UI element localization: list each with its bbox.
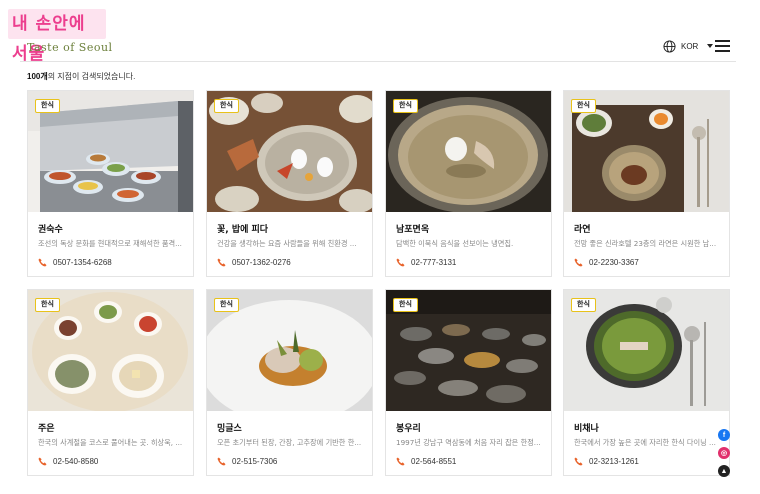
restaurant-phone[interactable]: 02-3213-1261 xyxy=(574,457,639,466)
category-tag: 한식 xyxy=(393,99,418,113)
phone-icon xyxy=(396,457,405,466)
restaurant-phone[interactable]: 02-2230-3367 xyxy=(574,258,639,267)
restaurant-photo[interactable]: 한식 xyxy=(28,290,193,411)
restaurant-card[interactable]: 한식 주은 한국의 사계절을 코스로 풀어내는 곳. 히상욱, ... 02-5… xyxy=(27,289,194,476)
logo-korean-text: 내 손안에 서울 xyxy=(8,9,106,64)
restaurant-name[interactable]: 남포면옥 xyxy=(396,222,429,235)
logo-taste-of-seoul[interactable]: Taste of Seoul xyxy=(27,41,113,54)
restaurant-name[interactable]: 비채나 xyxy=(574,421,599,434)
logo-seoul[interactable]: 내 손안에 서울 xyxy=(8,9,106,64)
phone-number: 0507-1354-6268 xyxy=(53,258,112,267)
restaurant-phone[interactable]: 02-564-8551 xyxy=(396,457,456,466)
hamburger-menu-icon[interactable] xyxy=(715,40,730,52)
restaurant-card[interactable]: 한식 봉우리 1997년 강남구 역삼동에 처음 자리 잡은 한정... 02-… xyxy=(385,289,552,476)
restaurant-name[interactable]: 꽃, 밥에 피다 xyxy=(217,222,268,235)
restaurant-card[interactable]: 한식 꽃, 밥에 피다 건강을 생각하는 요즘 사람들을 위해 친환경 ... … xyxy=(206,90,373,277)
restaurant-description: 오픈 초기부터 된장, 간장, 고추장에 기반한 한... xyxy=(217,438,362,447)
language-label: KOR xyxy=(681,41,699,51)
restaurant-description: 조선의 독상 문화를 현대적으로 재해석한 품격... xyxy=(38,239,182,248)
phone-number: 02-540-8580 xyxy=(53,457,99,466)
restaurant-name[interactable]: 밍글스 xyxy=(217,421,242,434)
phone-number: 02-777-3131 xyxy=(411,258,457,267)
restaurant-photo[interactable]: 한식 xyxy=(386,290,551,411)
category-tag: 한식 xyxy=(571,298,596,312)
category-tag: 한식 xyxy=(35,298,60,312)
header-divider xyxy=(20,61,736,62)
phone-number: 02-515-7306 xyxy=(232,457,278,466)
globe-icon xyxy=(663,39,676,53)
restaurant-name[interactable]: 봉우리 xyxy=(396,421,421,434)
restaurant-name[interactable]: 주은 xyxy=(38,421,55,434)
category-tag: 한식 xyxy=(35,99,60,113)
category-tag: 한식 xyxy=(214,298,239,312)
restaurant-description: 1997년 강남구 역삼동에 처음 자리 잡은 한정... xyxy=(396,438,541,447)
phone-icon xyxy=(396,258,405,267)
phone-number: 02-564-8551 xyxy=(411,457,457,466)
restaurant-phone[interactable]: 0507-1354-6268 xyxy=(38,258,112,267)
restaurant-description: 담백한 이북식 음식을 선보이는 냉면집. xyxy=(396,239,514,248)
restaurant-card[interactable]: 한식 남포면옥 담백한 이북식 음식을 선보이는 냉면집. 02-777-313… xyxy=(385,90,552,277)
language-selector[interactable]: KOR xyxy=(663,38,714,54)
phone-icon xyxy=(574,258,583,267)
restaurant-phone[interactable]: 0507-1362-0276 xyxy=(217,258,291,267)
facebook-icon[interactable]: f xyxy=(718,429,730,441)
restaurant-description: 건강을 생각하는 요즘 사람들을 위해 친환경 ... xyxy=(217,239,357,248)
phone-icon xyxy=(217,258,226,267)
scroll-top-icon[interactable]: ▲ xyxy=(718,465,730,477)
instagram-icon[interactable]: ◎ xyxy=(718,447,730,459)
restaurant-phone[interactable]: 02-540-8580 xyxy=(38,457,98,466)
restaurant-description: 전망 좋은 신라호텔 23층의 라연은 시원한 남... xyxy=(574,239,717,248)
category-tag: 한식 xyxy=(571,99,596,113)
result-count: 100개의 지점이 검색되었습니다. xyxy=(27,71,135,82)
restaurant-description: 한국에서 가장 높은 곳에 자리한 한식 다이닝 ... xyxy=(574,438,716,447)
phone-number: 0507-1362-0276 xyxy=(232,258,291,267)
restaurant-photo[interactable]: 한식 xyxy=(386,91,551,212)
chevron-down-icon xyxy=(707,44,714,48)
restaurant-photo[interactable]: 한식 xyxy=(207,91,372,212)
restaurant-phone[interactable]: 02-515-7306 xyxy=(217,457,277,466)
result-count-number: 100개 xyxy=(27,72,48,81)
restaurant-photo[interactable]: 한식 xyxy=(564,91,729,212)
phone-icon xyxy=(217,457,226,466)
restaurant-name[interactable]: 라연 xyxy=(574,222,591,235)
restaurant-description: 한국의 사계절을 코스로 풀어내는 곳. 히상욱, ... xyxy=(38,438,183,447)
restaurant-card[interactable]: 한식 권숙수 조선의 독상 문화를 현대적으로 재해석한 품격... 0507-… xyxy=(27,90,194,277)
result-count-suffix: 의 지점이 검색되었습니다. xyxy=(47,72,136,81)
restaurant-photo[interactable]: 한식 xyxy=(564,290,729,411)
category-tag: 한식 xyxy=(214,99,239,113)
restaurant-card[interactable]: 한식 밍글스 오픈 초기부터 된장, 간장, 고추장에 기반한 한... 02-… xyxy=(206,289,373,476)
restaurant-phone[interactable]: 02-777-3131 xyxy=(396,258,456,267)
site-header: 내 손안에 서울 Taste of Seoul KOR xyxy=(0,0,760,64)
restaurant-card[interactable]: 한식 라연 전망 좋은 신라호텔 23층의 라연은 시원한 남... 02-22… xyxy=(563,90,730,277)
phone-icon xyxy=(38,258,47,267)
phone-icon xyxy=(574,457,583,466)
restaurant-card[interactable]: 한식 비채나 한국에서 가장 높은 곳에 자리한 한식 다이닝 ... 02-3… xyxy=(563,289,730,476)
phone-icon xyxy=(38,457,47,466)
phone-number: 02-2230-3367 xyxy=(589,258,639,267)
phone-number: 02-3213-1261 xyxy=(589,457,639,466)
restaurant-name[interactable]: 권숙수 xyxy=(38,222,63,235)
restaurant-photo[interactable]: 한식 xyxy=(207,290,372,411)
restaurant-photo[interactable]: 한식 xyxy=(28,91,193,212)
category-tag: 한식 xyxy=(393,298,418,312)
